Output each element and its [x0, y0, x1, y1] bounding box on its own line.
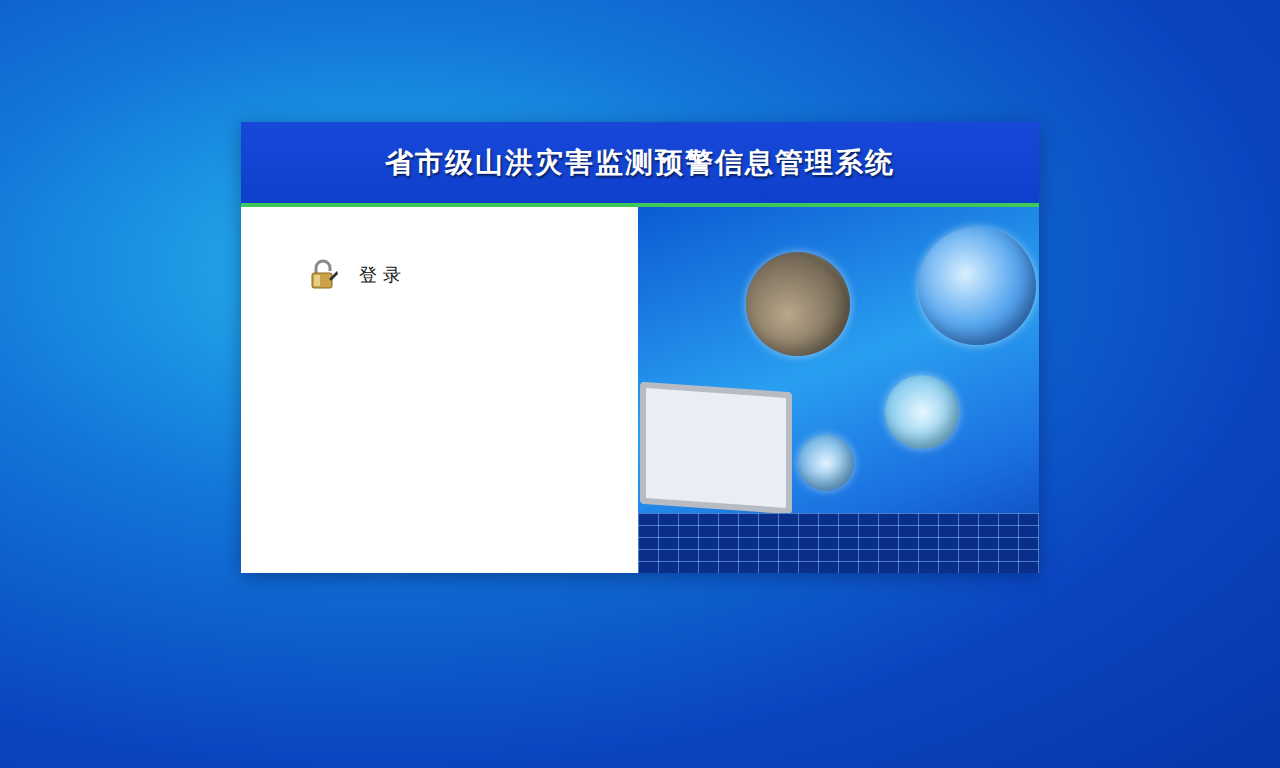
city-globe: [885, 375, 959, 449]
login-link[interactable]: 登 录: [307, 259, 638, 291]
login-card: 省市级山洪灾害监测预警信息管理系统登 录: [241, 122, 1039, 573]
login-label[interactable]: 登 录: [359, 263, 401, 287]
title-bar: 省市级山洪灾害监测预警信息管理系统: [241, 122, 1039, 207]
building-globe: [798, 435, 854, 491]
login-panel: 登 录: [241, 207, 638, 573]
laptop-screen: [640, 382, 792, 515]
card-body: 登 录: [241, 207, 1039, 573]
system-title: 省市级山洪灾害监测预警信息管理系统: [385, 144, 895, 182]
illustration-picture: [638, 207, 1039, 573]
lock-icon: [307, 259, 339, 291]
grid-floor: [638, 513, 1039, 573]
earth-globe: [918, 227, 1036, 345]
sand-globe: [746, 252, 850, 356]
login-page: 省市级山洪灾害监测预警信息管理系统登 录: [0, 0, 1280, 768]
